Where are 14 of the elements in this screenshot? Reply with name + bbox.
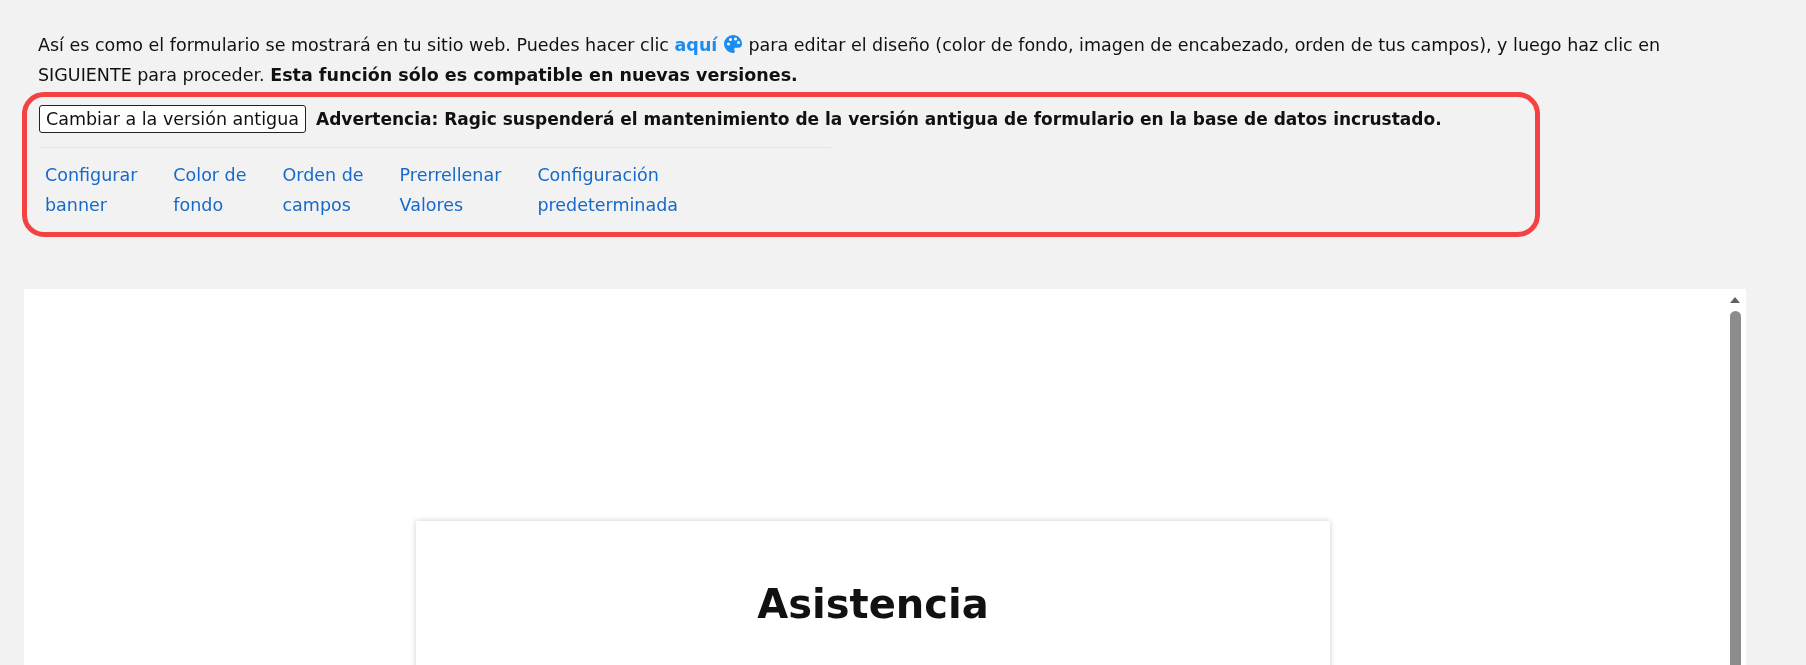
settings-link[interactable]: Prerrellenar Valores: [399, 160, 502, 220]
settings-link[interactable]: Color de fondo: [173, 160, 247, 220]
palette-icon: [722, 34, 743, 54]
here-link[interactable]: aquí: [674, 35, 718, 55]
settings-link[interactable]: Orden de campos: [282, 160, 364, 220]
form-title: Asistencia: [756, 581, 990, 627]
switch-version-button[interactable]: Cambiar a la versión antigua: [39, 105, 306, 133]
scroll-up-icon[interactable]: [1730, 297, 1740, 303]
scrollbar-thumb[interactable]: [1729, 311, 1741, 665]
settings-link[interactable]: Configuración predeterminada: [537, 160, 678, 220]
settings-link[interactable]: Configurar banner: [45, 160, 138, 220]
intro-paragraph: Así es como el formulario se mostrará en tu sitio web. Puedes hacer clic aquí para editar el diseño (color de fondo, imagen de encabezado, orden de tus campos), y luego haz clic en SIGUIENTE para proceder. Esta función sólo es compatible en nuevas versiones.: [38, 33, 1662, 87]
warning-text: Advertencia: Ragic suspenderá el mantenimiento de la versión antigua de formulario en la base de datos incrustado.: [316, 109, 1442, 129]
scrollbar[interactable]: [1728, 297, 1742, 665]
